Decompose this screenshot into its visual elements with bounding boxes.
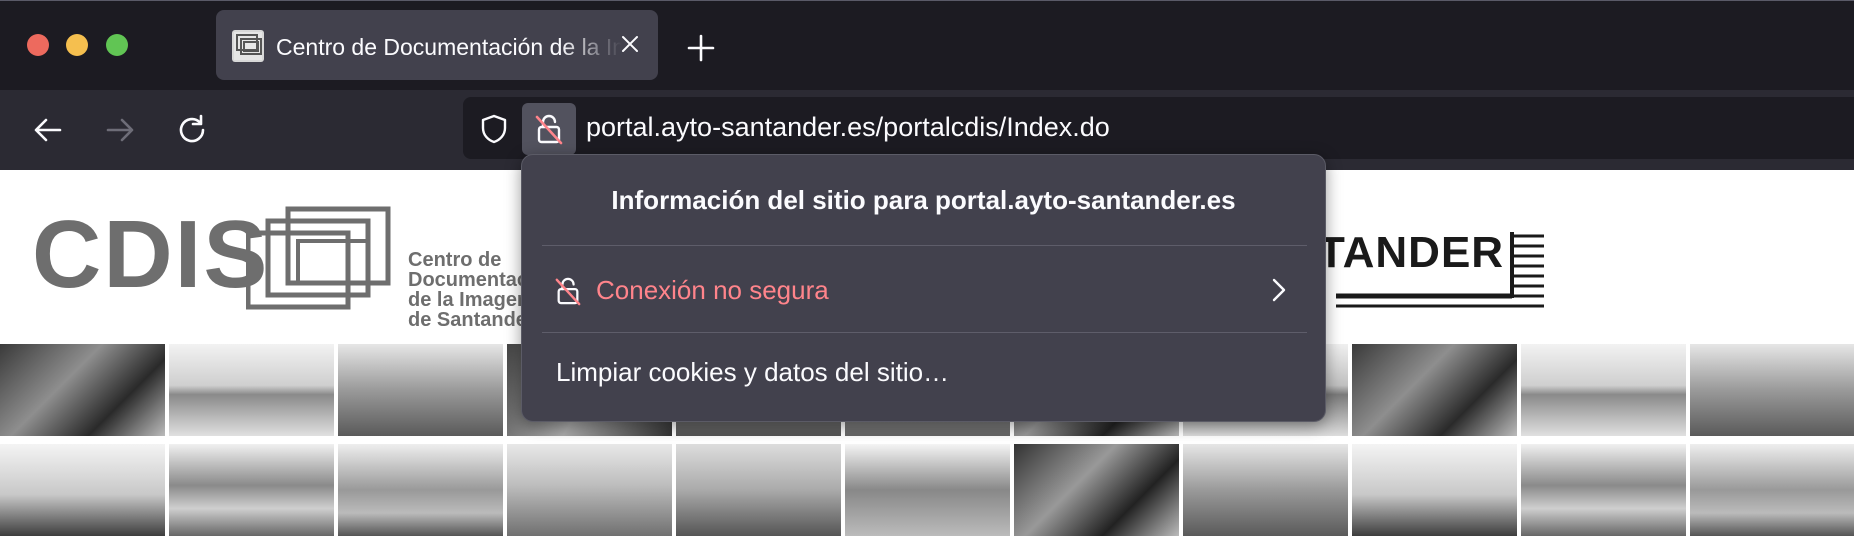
window-maximize-button[interactable] [106,34,128,56]
clear-cookies-item[interactable]: Limpiar cookies y datos del sitio… [534,337,1315,407]
photo-thumbnail[interactable] [169,444,334,536]
divider [542,332,1307,333]
insecure-lock-icon [554,276,582,311]
photo-thumbnail[interactable] [0,344,165,436]
photo-thumbnail[interactable] [676,444,841,536]
logo-subtitle: Centro de Documentación de la Imagen de … [408,249,559,331]
chevron-right-icon [1271,277,1287,308]
window-minimize-button[interactable] [66,34,88,56]
photo-thumbnail[interactable] [1183,444,1348,536]
site-info-popup: Información del sitio para portal.ayto-s… [521,154,1326,422]
photo-thumbnail[interactable] [1352,444,1517,536]
photo-thumbnail[interactable] [1690,444,1854,536]
logo-text: CDIS [32,201,270,308]
plus-icon [687,34,715,62]
title-bar: Centro de Documentación de la Imagen de … [0,0,1854,90]
close-icon[interactable] [618,32,642,56]
arrow-right-icon [106,118,134,142]
url-bar[interactable]: portal.ayto-santander.es/portalcdis/Inde… [463,97,1854,159]
arrow-left-icon [34,118,62,142]
new-tab-button[interactable] [684,31,718,65]
photo-thumbnail[interactable] [169,344,334,436]
photo-thumbnail[interactable] [507,444,672,536]
photo-thumbnail[interactable] [338,344,503,436]
tab-title: Centro de Documentación de la Imagen de … [276,34,622,60]
clear-cookies-label: Limpiar cookies y datos del sitio… [556,357,950,387]
tab-cdis[interactable]: Centro de Documentación de la Imagen de … [216,10,658,80]
photo-thumbnail[interactable] [338,444,503,536]
site-info-button[interactable] [522,103,576,155]
reload-button[interactable] [174,112,210,148]
cdis-frame-icon [232,30,264,62]
reload-icon [179,114,205,143]
back-button[interactable] [30,112,66,148]
photo-thumbnail[interactable] [1014,444,1179,536]
photo-thumbnail[interactable] [845,444,1010,536]
connection-insecure-item[interactable]: Conexión no segura [534,255,1315,325]
forward-button[interactable] [102,112,138,148]
window-close-button[interactable] [27,34,49,56]
popup-title: Información del sitio para portal.ayto-s… [611,185,1236,215]
photo-thumbnail[interactable] [0,444,165,536]
brand-lines-icon [1336,232,1544,308]
divider [542,245,1307,246]
connection-label: Conexión no segura [596,275,829,305]
shield-icon[interactable] [478,113,510,145]
logo-frames-icon [246,206,391,310]
insecure-lock-icon [535,114,563,145]
photo-thumbnail[interactable] [1352,344,1517,436]
photo-thumbnail[interactable] [1690,344,1854,436]
photo-thumbnail[interactable] [1521,344,1686,436]
photo-thumbnail[interactable] [1521,444,1686,536]
url-text[interactable]: portal.ayto-santander.es/portalcdis/Inde… [586,112,1110,143]
